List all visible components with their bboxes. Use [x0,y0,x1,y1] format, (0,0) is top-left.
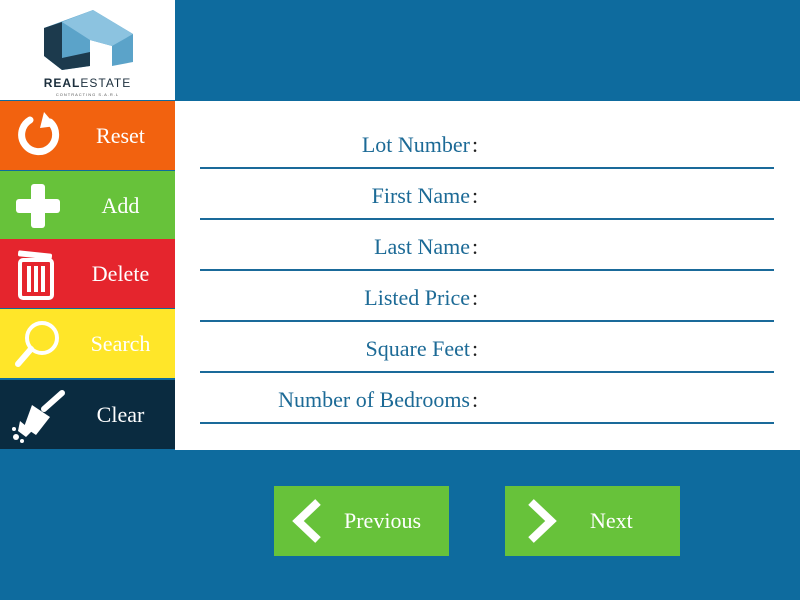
last-name-field: Last Name : [200,225,774,271]
bedrooms-input[interactable] [495,384,769,416]
chevron-left-icon [292,499,321,543]
lot-number-label: Lot Number [361,132,470,157]
square-feet-input[interactable] [495,333,769,365]
clear-button[interactable]: Clear [0,380,175,449]
field-colon: : [472,336,479,361]
delete-button[interactable]: Delete [0,239,175,308]
reset-button[interactable]: Reset [0,101,175,170]
lot-number-input[interactable] [495,129,769,161]
logo-tagline: CONTRACTING S.A.R.L [55,92,120,97]
field-colon: : [472,234,479,259]
field-colon: : [472,183,479,208]
first-name-input[interactable] [495,180,769,212]
first-name-field: First Name : [200,174,774,220]
trash-icon [17,250,54,300]
previous-button[interactable]: Previous [274,486,449,556]
next-button[interactable]: Next [505,486,680,556]
add-label: Add [101,193,140,218]
reset-label: Reset [96,123,145,148]
chevron-right-icon [528,499,557,543]
square-feet-field: Square Feet : [200,327,774,373]
logo-brand-text: REALESTATE [43,76,132,90]
lot-number-field: Lot Number : [200,123,774,169]
delete-label: Delete [91,261,150,286]
plus-icon [16,184,60,228]
search-button[interactable]: Search [0,309,175,378]
broom-icon [12,390,65,443]
last-name-label: Last Name [374,234,470,259]
listed-price-input[interactable] [495,282,769,314]
clear-label: Clear [96,402,145,427]
magnifier-icon [15,321,59,367]
record-form: Lot Number : First Name : Last Name : Li… [175,101,800,450]
add-button[interactable]: Add [0,171,175,240]
listed-price-label: Listed Price [364,285,470,310]
previous-label: Previous [344,508,421,533]
last-name-input[interactable] [495,231,769,263]
listed-price-field: Listed Price : [200,276,774,322]
next-label: Next [590,508,633,533]
field-colon: : [472,285,479,310]
search-label: Search [90,331,151,356]
square-feet-label: Square Feet [365,336,470,361]
field-colon: : [472,387,479,412]
reset-icon [18,112,60,156]
field-colon: : [472,132,479,157]
first-name-label: First Name [371,183,470,208]
bedrooms-field: Number of Bedrooms : [200,378,774,424]
bedrooms-label: Number of Bedrooms [278,387,470,412]
logo: REALESTATE CONTRACTING S.A.R.L [0,0,175,100]
